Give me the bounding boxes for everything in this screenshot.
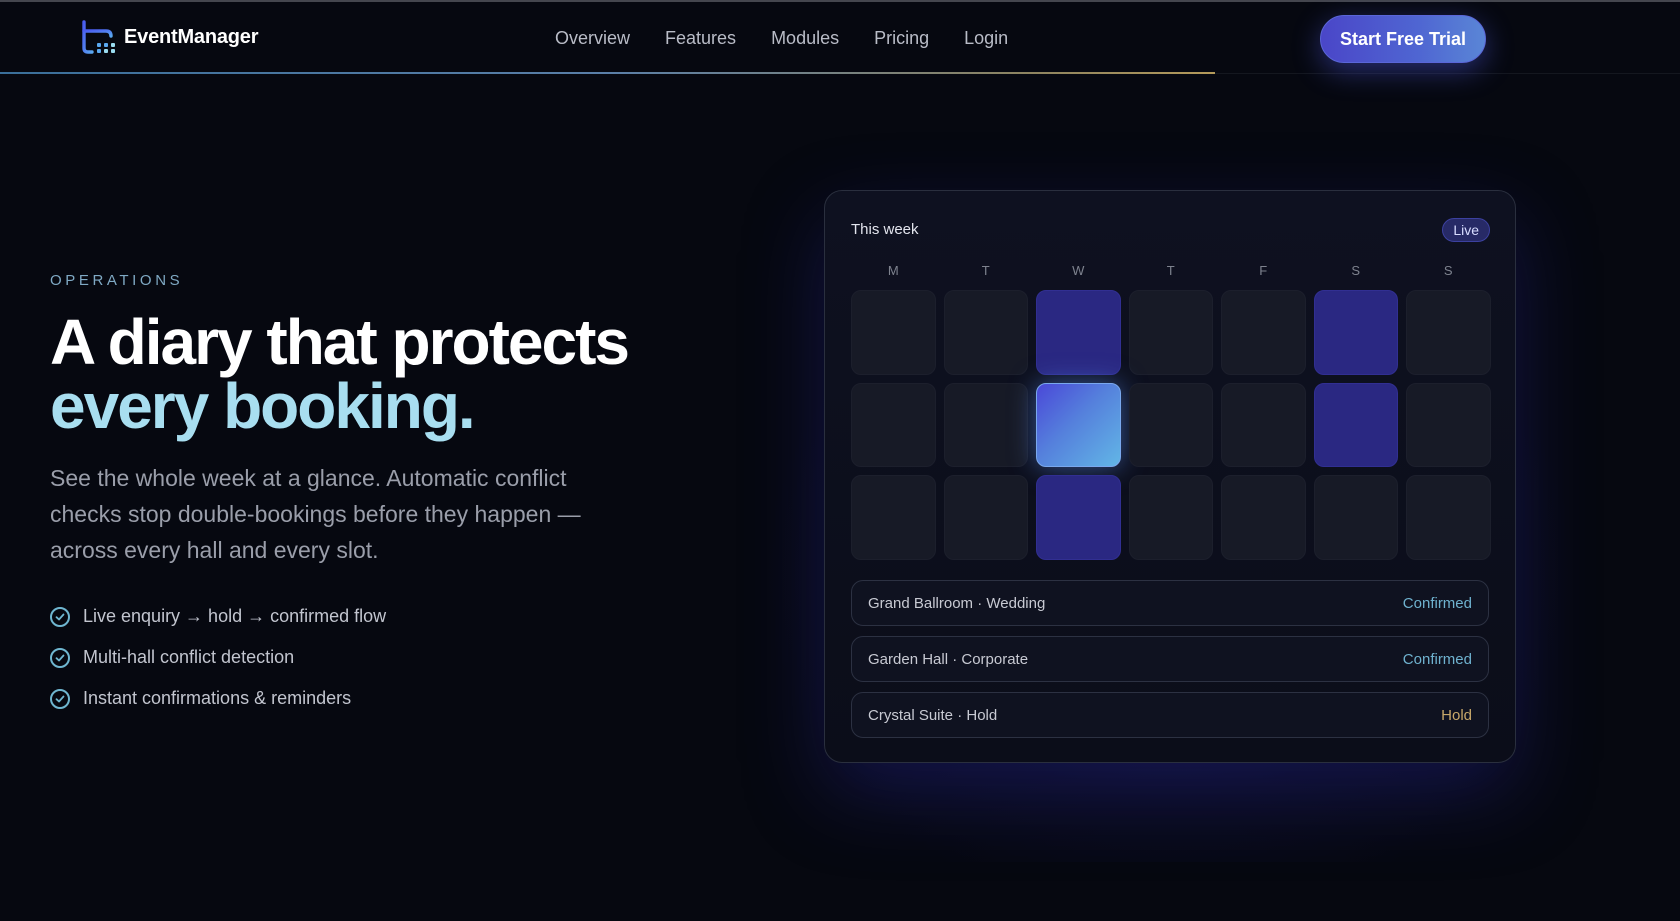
section-eyebrow: OPERATIONS [50, 272, 184, 289]
nav-link-pricing[interactable]: Pricing [874, 28, 929, 49]
booking-row[interactable]: Crystal Suite · Hold Hold [851, 692, 1489, 738]
top-nav: EventManager Overview Features Modules P… [0, 2, 1680, 74]
calendar-cell-empty[interactable] [1406, 382, 1491, 467]
booking-title: Crystal Suite · Hold [868, 706, 998, 724]
start-free-trial-button[interactable]: Start Free Trial [1320, 15, 1486, 63]
hero-lead: See the whole week at a glance. Automati… [50, 465, 581, 563]
week-calendar-card: This week Live M T W T F S S Grand Ballr… [824, 190, 1516, 763]
day-label-mon: M [887, 263, 899, 278]
calendar-title: This week [851, 221, 919, 238]
booking-title: Grand Ballroom · Wedding [868, 594, 1046, 612]
live-badge: Live [1442, 218, 1490, 242]
booking-list: Grand Ballroom · Wedding Confirmed Garde… [851, 580, 1489, 748]
day-label-sat: S [1351, 263, 1361, 278]
brand[interactable]: EventManager [80, 18, 259, 56]
feature-list: Live enquiry → hold → confirmed flow Mul… [50, 596, 386, 719]
booking-row[interactable]: Garden Hall · Corporate Confirmed [851, 636, 1489, 682]
feature-text: Multi-hall conflict detection [83, 647, 295, 667]
calendar-cell-empty[interactable] [1221, 382, 1306, 467]
day-label-thu: T [1166, 263, 1175, 278]
day-label-wed: W [1072, 263, 1085, 278]
feature-text: Live enquiry → hold → confirmed flow [83, 606, 387, 626]
booking-status: Confirmed [1402, 594, 1472, 612]
day-label-fri: F [1259, 263, 1268, 278]
eventmanager-logo-icon [82, 20, 115, 54]
calendar-cell-empty[interactable] [1406, 475, 1491, 560]
calendar-cell-empty[interactable] [1406, 290, 1491, 375]
nav-link-modules[interactable]: Modules [771, 28, 839, 49]
headline-line-2: every booking. [50, 370, 476, 442]
check-circle-icon [50, 647, 70, 668]
check-circle-icon [50, 606, 70, 627]
booking-status: Confirmed [1402, 650, 1472, 668]
feature-text: Instant confirmations & reminders [83, 688, 352, 708]
feature-item: Multi-hall conflict detection [50, 637, 386, 678]
feature-item: Instant confirmations & reminders [50, 678, 386, 719]
feature-item: Live enquiry → hold → confirmed flow [50, 596, 386, 637]
hero-headline: A diary that protects every booking. [50, 306, 630, 442]
calendar-cell-empty[interactable] [1128, 290, 1213, 375]
calendar-cell-booked[interactable] [1036, 475, 1121, 560]
nav-link-features[interactable]: Features [665, 28, 736, 49]
calendar-grid [851, 290, 1491, 560]
calendar-cell-empty[interactable] [1313, 475, 1398, 560]
brand-name: EventManager [124, 25, 259, 48]
headline-line-1: A diary that protects [50, 306, 630, 378]
booking-title: Garden Hall · Corporate [868, 650, 1029, 668]
scroll-progress-bar [0, 72, 1215, 74]
calendar-cell-empty[interactable] [851, 475, 936, 560]
booking-status: Hold [1441, 706, 1472, 724]
calendar-cell-empty[interactable] [943, 382, 1028, 467]
calendar-cell-empty[interactable] [1221, 475, 1306, 560]
nav-link-login[interactable]: Login [964, 28, 1008, 49]
day-labels: M T W T F S S [851, 263, 1491, 278]
calendar-cell-active[interactable] [1036, 382, 1121, 467]
calendar-cell-booked[interactable] [1313, 382, 1398, 467]
calendar-cell-empty[interactable] [1128, 382, 1213, 467]
calendar-cell-empty[interactable] [851, 382, 936, 467]
calendar-cell-booked[interactable] [1036, 290, 1121, 375]
calendar-cell-empty[interactable] [1221, 290, 1306, 375]
check-circle-icon [50, 688, 70, 709]
nav-links: Overview Features Modules Pricing Login [555, 28, 1008, 49]
day-label-sun: S [1443, 263, 1453, 278]
calendar-cell-empty[interactable] [851, 290, 936, 375]
calendar-cell-empty[interactable] [1128, 475, 1213, 560]
calendar-cell-booked[interactable] [1313, 290, 1398, 375]
calendar-cell-empty[interactable] [943, 290, 1028, 375]
day-label-tue: T [981, 263, 990, 278]
booking-row[interactable]: Grand Ballroom · Wedding Confirmed [851, 580, 1489, 626]
calendar-cell-empty[interactable] [943, 475, 1028, 560]
nav-link-overview[interactable]: Overview [555, 28, 630, 49]
